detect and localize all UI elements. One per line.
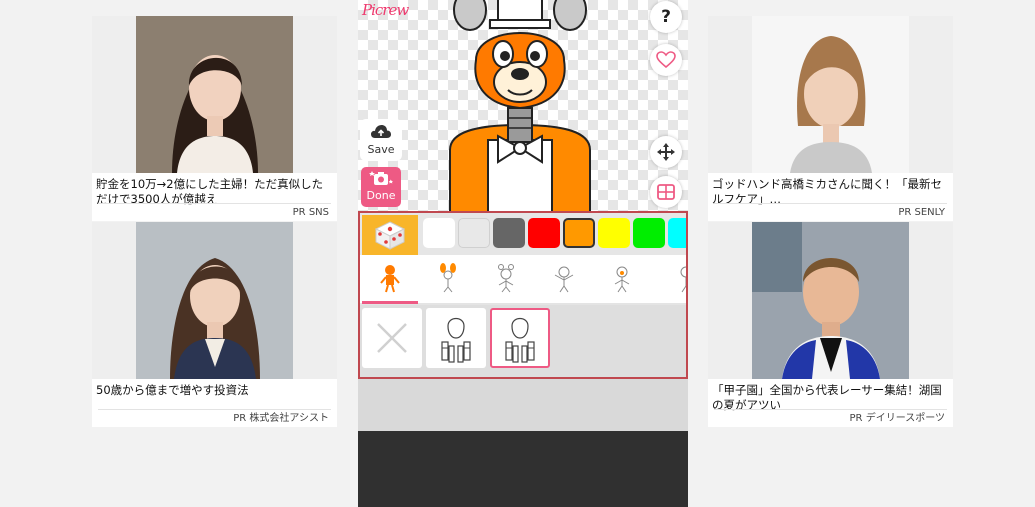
picrew-app: Picrew ? Save Done bbox=[358, 0, 688, 507]
portrait-photo bbox=[136, 16, 293, 173]
cloud-upload-icon bbox=[371, 125, 391, 138]
color-swatch-red[interactable] bbox=[528, 218, 560, 248]
divider bbox=[98, 203, 331, 204]
ad-caption[interactable]: 50歳から億まで増やす投資法 bbox=[96, 383, 334, 398]
arms-icon bbox=[554, 266, 574, 293]
question-icon: ? bbox=[661, 7, 671, 27]
head-icon bbox=[498, 264, 514, 293]
randomize-button[interactable] bbox=[362, 215, 418, 255]
tab-more-category[interactable] bbox=[652, 255, 686, 301]
nose-icon bbox=[614, 266, 630, 293]
empty-area bbox=[358, 379, 688, 431]
color-swatch-green[interactable] bbox=[633, 218, 665, 248]
part-category-tabs bbox=[360, 255, 686, 304]
ad-image-woman[interactable] bbox=[92, 16, 337, 173]
portrait-photo bbox=[752, 222, 909, 379]
part-options bbox=[360, 305, 686, 377]
ad-image-businesswoman[interactable] bbox=[92, 222, 337, 379]
color-palette bbox=[360, 213, 686, 255]
ad-card-2[interactable]: 50歳から億まで増やす投資法 PR 株式会社アシスト bbox=[92, 222, 337, 427]
character-illustration bbox=[449, 0, 591, 212]
ad-source: PR 株式会社アシスト bbox=[233, 413, 329, 424]
help-button[interactable]: ? bbox=[650, 1, 682, 33]
picrew-logo[interactable]: Picrew bbox=[362, 1, 409, 19]
footer-dark-area bbox=[358, 431, 688, 507]
ad-source: PR SENLY bbox=[898, 207, 945, 218]
color-swatch-yellow[interactable] bbox=[598, 218, 630, 248]
camera-icon bbox=[369, 171, 393, 185]
tab-ears-category[interactable] bbox=[420, 255, 476, 301]
body-outline-icon bbox=[505, 317, 535, 363]
x-icon bbox=[377, 323, 407, 353]
move-arrows-icon bbox=[657, 143, 675, 161]
partial-body-icon bbox=[680, 266, 686, 293]
color-swatch-dark-gray[interactable] bbox=[493, 218, 525, 248]
ad-source: PR デイリースポーツ bbox=[849, 413, 945, 424]
ad-card-3[interactable]: ゴッドハンド高橋ミカさんに聞く！「最新セルフケア」… PR SENLY bbox=[708, 16, 953, 221]
ad-source: PR SNS bbox=[292, 207, 329, 218]
done-label: Done bbox=[366, 189, 396, 202]
ad-image-woman-smiling[interactable] bbox=[708, 16, 953, 173]
ad-card-1[interactable]: 貯金を10万→2億にした主婦！ただ真似しただけで3500人が億越え PR SNS bbox=[92, 16, 337, 221]
tab-nose-category[interactable] bbox=[594, 255, 650, 301]
divider bbox=[714, 203, 947, 204]
ears-icon bbox=[440, 263, 456, 293]
save-button[interactable]: Save bbox=[360, 119, 402, 161]
favorite-button[interactable] bbox=[650, 44, 682, 76]
ad-card-4[interactable]: 「甲子園」全国から代表レーサー集結！湖国の夏がアツい PR デイリースポーツ bbox=[708, 222, 953, 427]
ad-image-racer[interactable] bbox=[708, 222, 953, 379]
done-button[interactable]: Done bbox=[361, 167, 401, 207]
layout-button[interactable] bbox=[650, 176, 682, 208]
color-swatch-cyan[interactable] bbox=[668, 218, 686, 248]
move-button[interactable] bbox=[650, 136, 682, 168]
grid-icon bbox=[657, 184, 675, 200]
save-label: Save bbox=[367, 143, 395, 156]
tab-arms-category[interactable] bbox=[536, 255, 592, 301]
option-body-1[interactable] bbox=[426, 308, 486, 368]
option-body-2[interactable] bbox=[490, 308, 550, 368]
heart-icon bbox=[656, 51, 676, 69]
color-swatch-white[interactable] bbox=[423, 218, 455, 248]
parts-panel bbox=[358, 211, 688, 379]
dice-icon bbox=[374, 221, 406, 250]
portrait-photo bbox=[752, 16, 909, 173]
character-body-icon bbox=[380, 265, 400, 293]
character-canvas[interactable]: Picrew ? Save Done bbox=[358, 0, 688, 212]
portrait-photo bbox=[136, 222, 293, 379]
color-swatch-light-gray[interactable] bbox=[458, 218, 490, 248]
tab-head-category[interactable] bbox=[478, 255, 534, 301]
option-none[interactable] bbox=[362, 308, 422, 368]
color-swatch-orange[interactable] bbox=[563, 218, 595, 248]
tab-body-category[interactable] bbox=[362, 255, 418, 304]
body-outline-icon bbox=[441, 317, 471, 363]
